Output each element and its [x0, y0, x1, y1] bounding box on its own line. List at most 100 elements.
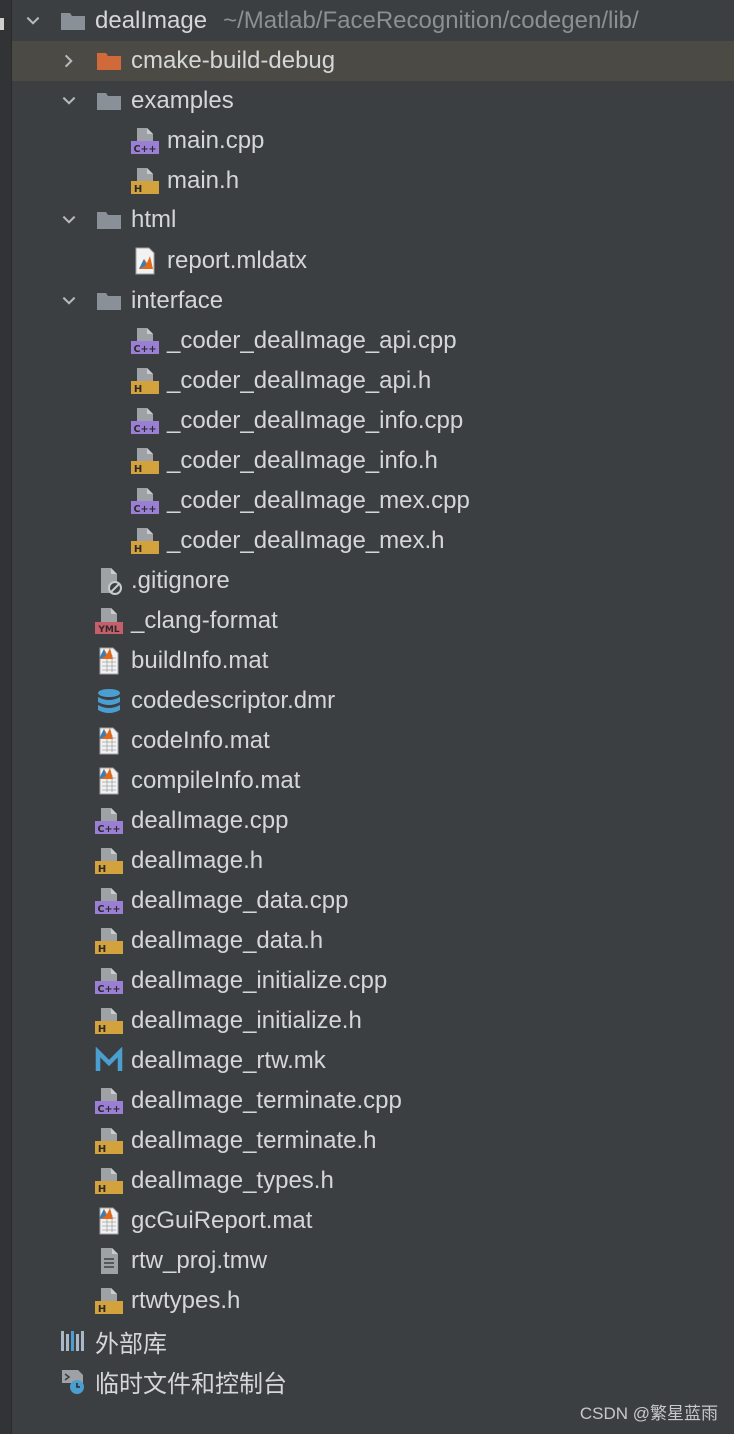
- tree-row-buildinfo-mat[interactable]: buildInfo.mat: [12, 641, 734, 681]
- h-file-icon: H: [130, 366, 160, 396]
- folder-icon: [94, 86, 124, 116]
- h-badge-text: H: [134, 464, 142, 475]
- mat-file-icon: [94, 1206, 124, 1236]
- folder-icon: [58, 6, 88, 36]
- cpp-badge-text: C++: [98, 1104, 121, 1115]
- tree-item-label: codeInfo.mat: [131, 727, 270, 754]
- tree-row-coder-mex-h[interactable]: H _coder_dealImage_mex.h: [12, 521, 734, 561]
- chevron-down-icon[interactable]: [58, 81, 80, 121]
- h-badge-text: H: [98, 944, 106, 955]
- tree-row-gcguireport-mat[interactable]: gcGuiReport.mat: [12, 1201, 734, 1241]
- mat-file-icon: [94, 646, 124, 676]
- h-file-icon: H: [130, 446, 160, 476]
- tree-row-dealimage-terminate-h[interactable]: H dealImage_terminate.h: [12, 1121, 734, 1161]
- tree-row-main-cpp[interactable]: C++ main.cpp: [12, 121, 734, 161]
- tree-row-interface[interactable]: interface: [12, 281, 734, 321]
- h-file-icon: H: [130, 166, 160, 196]
- tree-item-label: _clang-format: [131, 607, 278, 634]
- tree-item-label: dealImage.cpp: [131, 807, 289, 834]
- tree-item-label: dealImage_rtw.mk: [131, 1047, 326, 1074]
- tree-row-dealimage-terminate-cpp[interactable]: C++ dealImage_terminate.cpp: [12, 1081, 734, 1121]
- folder-icon: [94, 286, 124, 316]
- yml-file-icon: YML: [94, 606, 124, 636]
- tree-item-label: codedescriptor.dmr: [131, 687, 336, 714]
- h-file-icon: H: [94, 926, 124, 956]
- tree-item-label: examples: [131, 87, 234, 114]
- cpp-badge-text: C++: [98, 904, 121, 915]
- tree-row-report-mldatx[interactable]: report.mldatx: [12, 241, 734, 281]
- cpp-badge-text: C++: [98, 984, 121, 995]
- h-badge-text: H: [98, 1304, 106, 1315]
- tree-item-label: dealImage_data.h: [131, 927, 324, 954]
- tree-row-coder-api-h[interactable]: H _coder_dealImage_api.h: [12, 361, 734, 401]
- tree-row-dealimage-data-h[interactable]: H dealImage_data.h: [12, 921, 734, 961]
- tree-item-label: dealImage_terminate.h: [131, 1127, 377, 1154]
- tree-row-cmake-build-debug[interactable]: cmake-build-debug: [12, 41, 734, 81]
- h-badge-text: H: [98, 1184, 106, 1195]
- tree-row-coder-info-h[interactable]: H _coder_dealImage_info.h: [12, 441, 734, 481]
- tree-row-dealimage-data-cpp[interactable]: C++ dealImage_data.cpp: [12, 881, 734, 921]
- tree-row-dealimage-types-h[interactable]: H dealImage_types.h: [12, 1161, 734, 1201]
- tree-row-root[interactable]: dealImage ~/Matlab/FaceRecognition/codeg…: [12, 1, 734, 41]
- tree-item-label: dealImage_initialize.cpp: [131, 967, 388, 994]
- folder-icon: [94, 205, 124, 235]
- cpp-file-icon: C++: [94, 886, 124, 916]
- tree-item-label: dealImage.h: [131, 847, 264, 874]
- tree-row-compileinfo-mat[interactable]: compileInfo.mat: [12, 761, 734, 801]
- chevron-right-icon[interactable]: [58, 41, 80, 81]
- tree-row-clang-format[interactable]: YML _clang-format: [12, 601, 734, 641]
- h-badge-text: H: [134, 184, 142, 195]
- tree-row-dealimage-rtw-mk[interactable]: dealImage_rtw.mk: [12, 1041, 734, 1081]
- scratches-icon: [58, 1366, 88, 1396]
- tree-item-label: gcGuiReport.mat: [131, 1207, 313, 1234]
- tree-row-external-libraries[interactable]: 外部库: [12, 1321, 734, 1361]
- makefile-icon: [94, 1046, 124, 1076]
- chevron-down-icon[interactable]: [58, 200, 80, 240]
- tree-item-label: _coder_dealImage_api.h: [167, 367, 432, 394]
- gitignore-file-icon: [94, 566, 124, 596]
- tree-row-html[interactable]: html: [12, 200, 734, 240]
- tree-item-label: _coder_dealImage_info.h: [167, 447, 438, 474]
- tree-row-main-h[interactable]: H main.h: [12, 161, 734, 201]
- h-file-icon: H: [94, 1126, 124, 1156]
- tree-row-codeinfo-mat[interactable]: codeInfo.mat: [12, 721, 734, 761]
- chevron-down-icon[interactable]: [58, 281, 80, 321]
- cpp-badge-text: C++: [98, 824, 121, 835]
- tree-row-examples[interactable]: examples: [12, 81, 734, 121]
- cpp-badge-text: C++: [134, 344, 157, 355]
- cpp-file-icon: C++: [130, 486, 160, 516]
- watermark: CSDN @繁星蓝雨: [579, 1404, 718, 1423]
- library-icon: [58, 1326, 88, 1356]
- tree-row-dealimage-h[interactable]: H dealImage.h: [12, 841, 734, 881]
- cpp-file-icon: C++: [130, 126, 160, 156]
- yml-badge-text: YML: [97, 625, 119, 635]
- tree-item-label: dealImage_types.h: [131, 1167, 334, 1194]
- h-badge-text: H: [98, 1144, 106, 1155]
- tree-item-label: main.cpp: [167, 127, 265, 154]
- tree-item-label: cmake-build-debug: [131, 47, 336, 74]
- cpp-file-icon: C++: [94, 966, 124, 996]
- h-file-icon: H: [130, 526, 160, 556]
- tree-item-label: main.h: [167, 167, 240, 194]
- tree-row-coder-info-cpp[interactable]: C++ _coder_dealImage_info.cpp: [12, 401, 734, 441]
- tree-row-scratches-consoles[interactable]: 临时文件和控制台: [12, 1361, 734, 1401]
- tree-row-rtwtypes-h[interactable]: H rtwtypes.h: [12, 1281, 734, 1321]
- tree-row-codedescriptor-dmr[interactable]: codedescriptor.dmr: [12, 681, 734, 721]
- tree-item-label: _coder_dealImage_mex.cpp: [167, 487, 470, 514]
- tree-item-label: dealImage_terminate.cpp: [131, 1087, 402, 1114]
- cpp-file-icon: C++: [94, 806, 124, 836]
- tree-item-label: rtw_proj.tmw: [131, 1247, 268, 1274]
- tree-row-dealimage-initialize-h[interactable]: H dealImage_initialize.h: [12, 1001, 734, 1041]
- database-icon: [94, 686, 124, 716]
- tree-item-label: _coder_dealImage_mex.h: [167, 527, 445, 554]
- tree-row-coder-api-cpp[interactable]: C++ _coder_dealImage_api.cpp: [12, 321, 734, 361]
- tree-row-gitignore[interactable]: .gitignore: [12, 561, 734, 601]
- h-badge-text: H: [134, 544, 142, 555]
- folder-orange-icon: [94, 46, 124, 76]
- tree-row-dealimage-cpp[interactable]: C++ dealImage.cpp: [12, 801, 734, 841]
- tree-row-rtw-proj-tmw[interactable]: rtw_proj.tmw: [12, 1241, 734, 1281]
- tree-row-dealimage-initialize-cpp[interactable]: C++ dealImage_initialize.cpp: [12, 961, 734, 1001]
- tree-row-coder-mex-cpp[interactable]: C++ _coder_dealImage_mex.cpp: [12, 481, 734, 521]
- text-file-icon: [94, 1246, 124, 1276]
- chevron-down-icon[interactable]: [22, 1, 44, 41]
